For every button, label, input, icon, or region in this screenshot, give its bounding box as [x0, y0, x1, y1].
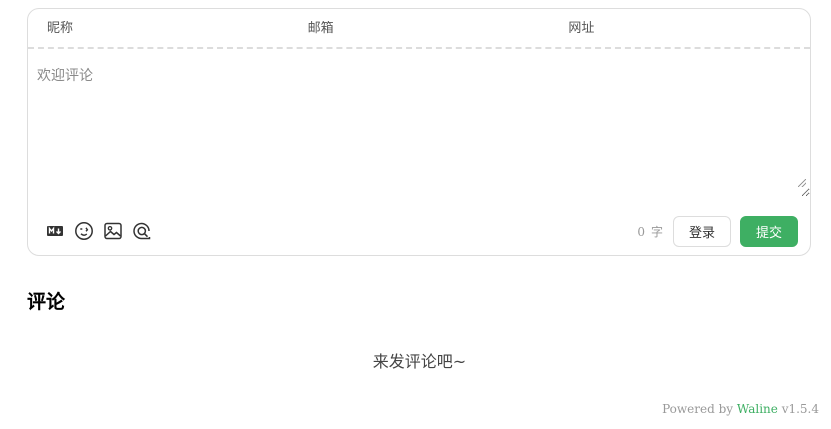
nickname-input[interactable]	[47, 20, 289, 36]
email-field-wrap	[289, 9, 550, 47]
powered-by-footer: Powered by Waline v1.5.4	[662, 402, 819, 416]
nickname-field-wrap	[28, 9, 289, 47]
login-button[interactable]: 登录	[672, 215, 731, 247]
website-field-wrap	[549, 9, 811, 47]
word-count-number: 0	[637, 224, 645, 239]
word-count: 0字	[637, 223, 663, 240]
commenter-info-row	[28, 9, 811, 49]
waline-link[interactable]: Waline	[737, 402, 778, 416]
comments-heading: 评论	[27, 291, 66, 313]
powered-by-label: Powered by	[662, 402, 734, 416]
emoji-icon[interactable]	[73, 220, 95, 242]
comment-textarea[interactable]	[28, 51, 810, 197]
comment-panel: 0字 登录 提交	[27, 8, 811, 256]
preview-icon[interactable]	[131, 220, 153, 242]
markdown-icon[interactable]	[44, 220, 66, 242]
word-count-unit: 字	[650, 224, 663, 239]
empty-comments-message: 来发评论吧~	[372, 352, 467, 371]
image-icon[interactable]	[102, 220, 124, 242]
editor-toolbar: 0字 登录 提交	[28, 215, 810, 247]
resize-handle[interactable]	[798, 179, 806, 187]
submit-button[interactable]: 提交	[739, 215, 798, 247]
version-label: v1.5.4	[781, 402, 819, 416]
email-input[interactable]	[307, 20, 550, 36]
website-input[interactable]	[568, 20, 811, 36]
